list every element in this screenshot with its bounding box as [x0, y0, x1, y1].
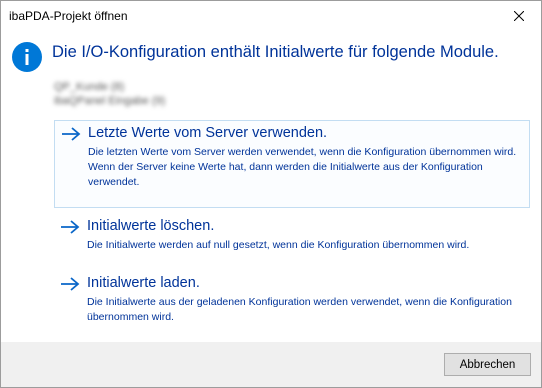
title-bar: ibaPDA-Projekt öffnen [1, 1, 541, 31]
option-use-server-values[interactable]: Letzte Werte vom Server verwenden. Die l… [54, 120, 530, 208]
close-icon [514, 11, 524, 21]
arrow-right-icon [61, 220, 80, 234]
arrow-right-icon [61, 277, 80, 291]
close-button[interactable] [497, 1, 541, 31]
option-description: Die letzten Werte vom Server werden verw… [88, 146, 517, 188]
option-description: Die Initialwerte werden auf null gesetzt… [87, 239, 470, 251]
module-list: QP_Kunde (8) ibaQPanel Eingabe (9) [54, 80, 165, 108]
info-icon [12, 42, 42, 72]
option-clear-initial-values[interactable]: Initialwerte löschen. Die Initialwerte w… [54, 214, 530, 264]
arrow-right-icon [62, 127, 81, 141]
option-description: Die Initialwerte aus der geladenen Konfi… [87, 296, 512, 323]
dialog-window: ibaPDA-Projekt öffnen Die I/O-Konfigurat… [0, 0, 542, 388]
option-title: Initialwerte laden. [87, 275, 200, 291]
option-load-initial-values[interactable]: Initialwerte laden. Die Initialwerte aus… [54, 271, 530, 335]
option-title: Letzte Werte vom Server verwenden. [88, 125, 328, 141]
module-item: QP_Kunde (8) [54, 81, 125, 93]
module-item: ibaQPanel Eingabe (9) [54, 95, 166, 107]
footer-bar: Abbrechen [1, 342, 541, 387]
cancel-button[interactable]: Abbrechen [444, 353, 531, 376]
main-instruction: Die I/O-Konfiguration enthält Initialwer… [52, 43, 499, 61]
option-title: Initialwerte löschen. [87, 218, 215, 234]
window-title: ibaPDA-Projekt öffnen [9, 9, 128, 23]
